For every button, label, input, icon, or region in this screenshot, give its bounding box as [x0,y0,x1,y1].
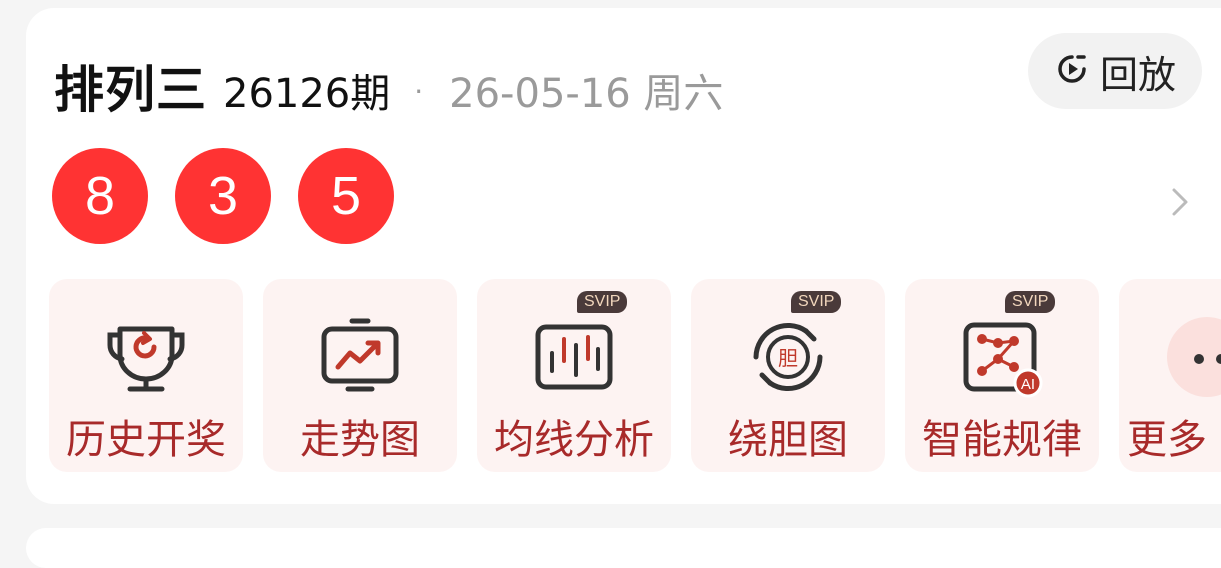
replay-button[interactable]: 回放 [1028,33,1202,109]
tile-smart-pattern[interactable]: SVIP AI 智能规律 [905,279,1099,472]
tile-trend-chart[interactable]: 走势图 [263,279,457,472]
replay-icon [1054,51,1090,91]
feature-tiles: 历史开奖 走势图 SVIP 均线分析 SVIP 胆 绕胆图 SVIP AI 智能… [49,279,1221,472]
tile-label: 绕胆图 [728,417,848,463]
draw-date: 26-05-16 周六 [449,71,724,117]
more-dots-icon [1167,317,1221,397]
tile-label: 更多 [1127,417,1207,463]
winning-numbers: 8 3 5 [52,148,394,244]
lottery-name: 排列三 [54,61,207,119]
tile-dan-chart[interactable]: SVIP 胆 绕胆图 [691,279,885,472]
tile-label: 均线分析 [494,417,654,463]
number-ball: 5 [298,148,394,244]
svg-text:胆: 胆 [778,346,798,370]
circular-dan-icon: 胆 [753,322,823,392]
tile-label: 智能规律 [922,417,1082,463]
tile-label: 历史开奖 [66,417,226,463]
candlestick-chart-icon [535,324,613,390]
tile-moving-average[interactable]: SVIP 均线分析 [477,279,671,472]
replay-label: 回放 [1099,52,1176,97]
svg-text:AI: AI [1021,376,1035,393]
tile-history-draws[interactable]: 历史开奖 [49,279,243,472]
tile-more[interactable]: 更多 [1119,279,1221,472]
number-ball: 3 [175,148,271,244]
trophy-icon [107,326,185,392]
issue-number: 26126期 [223,71,391,117]
trend-monitor-icon [321,318,399,392]
draw-result-card: 排列三 26126期 · 26-05-16 周六 回放 8 3 5 历史开奖 走… [26,8,1221,504]
next-card [26,528,1221,568]
chevron-right-icon[interactable] [1166,184,1196,224]
number-ball: 8 [52,148,148,244]
separator-dot: · [414,75,424,108]
draw-header: 排列三 26126期 · 26-05-16 周六 [54,50,723,120]
ai-network-icon: AI [963,322,1043,398]
tile-label: 走势图 [300,417,420,463]
